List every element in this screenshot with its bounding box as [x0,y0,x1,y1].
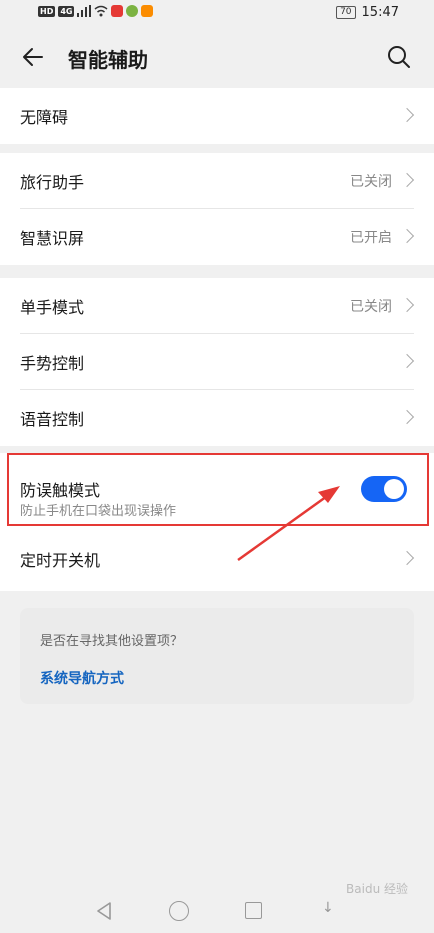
setting-label: 智慧识屏 [20,229,85,248]
nav-back-icon[interactable] [96,902,112,920]
setting-label: 定时开关机 [20,550,101,570]
setting-label: 语音控制 [20,410,85,429]
settings-group-accessibility: 无障碍 [0,88,434,144]
chevron-right-icon [399,107,415,123]
setting-row-voice-control[interactable]: 语音控制 [0,390,434,446]
app-notification-icon [126,5,139,17]
annotation-highlight-box [7,453,429,526]
page-title: 智能辅助 [68,48,148,72]
chevron-right-icon [399,353,415,369]
chevron-right-icon [399,550,415,565]
setting-row-accessibility[interactable]: 无障碍 [0,88,434,144]
chevron-right-icon [399,297,415,313]
chevron-right-icon [399,228,415,244]
setting-row-travel-assistant[interactable]: 旅行助手 已关闭 [0,153,434,209]
setting-label: 单手模式 [20,298,85,317]
status-right: 70 15:47 [336,5,399,20]
status-bar: HD 4G 70 15:47 [0,0,434,26]
setting-row-gesture-control[interactable]: 手势控制 [0,334,434,390]
nav-down-icon[interactable]: ↓ [322,900,334,916]
nav-home-icon[interactable] [169,901,189,921]
suggestion-link-navigation[interactable]: 系统导航方式 [40,668,124,688]
search-icon[interactable] [386,44,412,70]
setting-row-smart-screen-recognition[interactable]: 智慧识屏 已开启 [0,209,434,265]
setting-status: 已关闭 [350,299,392,315]
setting-row-one-hand-mode[interactable]: 单手模式 已关闭 [0,278,434,334]
settings-group-controls: 单手模式 已关闭 手势控制 语音控制 [0,278,434,446]
setting-label: 手势控制 [20,354,85,373]
status-time: 15:47 [361,5,399,20]
suggestion-question: 是否在寻找其他设置项？ [40,634,184,649]
setting-label: 无障碍 [20,108,69,127]
chevron-right-icon [399,409,415,425]
app-notification-icon [141,5,154,17]
wifi-icon [95,5,108,17]
setting-row-scheduled-power[interactable]: 定时开关机 [0,526,434,591]
app-bar: 智能辅助 [0,26,434,88]
nav-recent-icon[interactable] [245,902,262,919]
settings-group-assistants: 旅行助手 已关闭 智慧识屏 已开启 [0,153,434,265]
battery-icon: 70 [336,6,356,19]
setting-label: 旅行助手 [20,173,85,192]
app-notification-icon [111,5,124,17]
hd-badge: HD [38,5,56,17]
signal-icon [77,5,92,17]
back-arrow-icon[interactable] [20,44,46,70]
setting-status: 已关闭 [350,174,392,190]
watermark: Baidu 经验 [346,882,408,896]
setting-status: 已开启 [350,230,392,246]
suggestion-card: 是否在寻找其他设置项？ 系统导航方式 [20,608,414,704]
chevron-right-icon [399,172,415,188]
network-badge: 4G [58,5,75,17]
status-left: HD 4G [38,5,154,17]
